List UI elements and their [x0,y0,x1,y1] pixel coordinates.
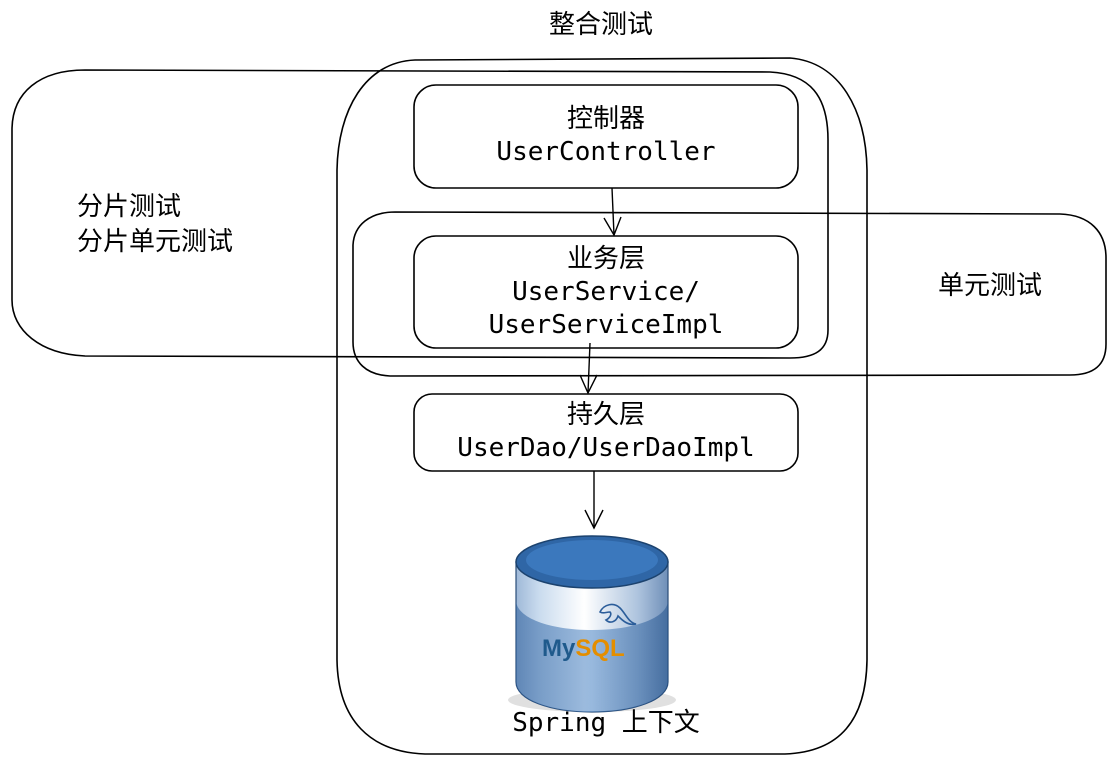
persistence-name: 持久层 [566,400,646,430]
spring-context-label: Spring 上下文 [512,708,700,738]
arrow-controller-to-service [603,187,622,237]
controller-text: 控制器 UserController [496,104,715,168]
service-name: 业务层 [566,244,645,274]
slice-test-line1: 分片测试 [77,192,182,222]
persistence-text: 持久层 UserDao/UserDaoImpl [457,400,754,464]
integration-test-title: 整合测试 [548,10,654,40]
database-cylinder-icon: MySQL [508,535,676,713]
service-text: 业务层 UserService/ UserServiceImpl [489,244,724,342]
unit-test-label: 单元测试 [938,271,1043,301]
slice-test-label: 分片测试 分片单元测试 [77,192,233,258]
controller-class: UserController [496,137,716,168]
arrow-service-to-persistence [579,342,598,395]
arrow-persistence-to-database [584,471,604,530]
service-impl: UserServiceImpl [488,310,724,341]
controller-name: 控制器 [566,104,645,134]
mysql-logo: MySQL [542,635,625,662]
slice-unit-test-line2: 分片单元测试 [77,227,234,258]
service-interface: UserService/ [512,277,700,308]
persistence-class: UserDao/UserDaoImpl [457,433,755,464]
